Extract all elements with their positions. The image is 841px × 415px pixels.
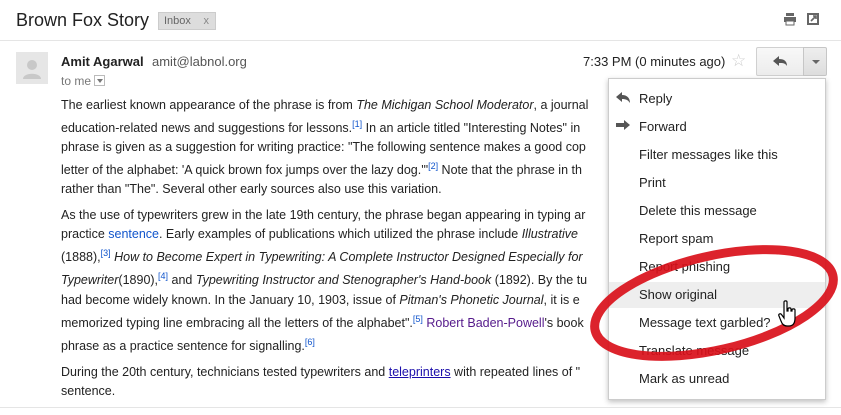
menu-item-reply[interactable]: Reply	[609, 86, 825, 112]
citation-link[interactable]: [2]	[428, 161, 438, 171]
citation-link[interactable]: [1]	[352, 119, 362, 129]
reply-button[interactable]	[756, 47, 804, 76]
menu-item-mark-unread[interactable]: Mark as unread	[609, 366, 825, 392]
menu-item-delete[interactable]: Delete this message	[609, 198, 825, 224]
forward-icon	[616, 120, 630, 130]
remove-label-button[interactable]: x	[204, 13, 210, 29]
more-actions-button[interactable]	[803, 47, 827, 76]
recipient-text: to me	[61, 74, 92, 88]
new-window-icon	[807, 13, 819, 25]
citation-link[interactable]: [4]	[158, 271, 168, 281]
sender-email: amit@labnol.org	[152, 54, 247, 69]
print-all-button[interactable]	[783, 12, 797, 31]
inbox-label[interactable]: Inbox x	[158, 12, 216, 30]
message-body: The earliest known appearance of the phr…	[61, 96, 621, 408]
new-window-button[interactable]	[806, 12, 820, 31]
show-details-dropdown[interactable]	[94, 75, 106, 86]
citation-link[interactable]: [3]	[101, 248, 111, 258]
menu-item-translate[interactable]: Translate message	[609, 338, 825, 364]
printer-icon	[784, 13, 796, 26]
sender-name[interactable]: Amit Agarwal	[61, 54, 144, 69]
email-subject: Brown Fox Story	[16, 10, 150, 30]
inbox-label-text: Inbox	[164, 15, 191, 27]
citation-link[interactable]: [5]	[413, 314, 423, 324]
footer-divider	[0, 407, 841, 408]
star-icon[interactable]: ☆	[731, 51, 746, 71]
reply-arrow-icon	[773, 56, 787, 66]
baden-powell-link[interactable]: Robert Baden-Powell	[426, 316, 544, 330]
menu-item-report-spam[interactable]: Report spam	[609, 226, 825, 252]
sentence-link[interactable]: sentence	[108, 227, 159, 241]
message-timestamp: 7:33 PM (0 minutes ago)	[583, 54, 726, 69]
sender-avatar[interactable]	[16, 52, 48, 84]
menu-item-report-phishing[interactable]: Report phishing	[609, 254, 825, 280]
reply-icon	[616, 92, 630, 103]
body-paragraph-2: As the use of typewriters grew in the la…	[61, 208, 588, 353]
menu-item-print[interactable]: Print	[609, 170, 825, 196]
teleprinters-link[interactable]: teleprinters	[389, 365, 451, 379]
menu-item-filter-messages[interactable]: Filter messages like this	[609, 142, 825, 168]
default-avatar-icon	[23, 60, 41, 79]
body-paragraph-3: During the 20th century, technicians tes…	[61, 364, 581, 398]
recipient-line: to me	[61, 74, 106, 88]
message-actions-menu: Reply Forward Filter messages like this …	[608, 78, 826, 400]
menu-item-forward[interactable]: Forward	[609, 114, 825, 140]
citation-link[interactable]: [6]	[305, 337, 315, 347]
hand-cursor-icon	[778, 300, 796, 327]
header-divider	[0, 40, 841, 41]
body-paragraph-1: The earliest known appearance of the phr…	[61, 98, 589, 197]
